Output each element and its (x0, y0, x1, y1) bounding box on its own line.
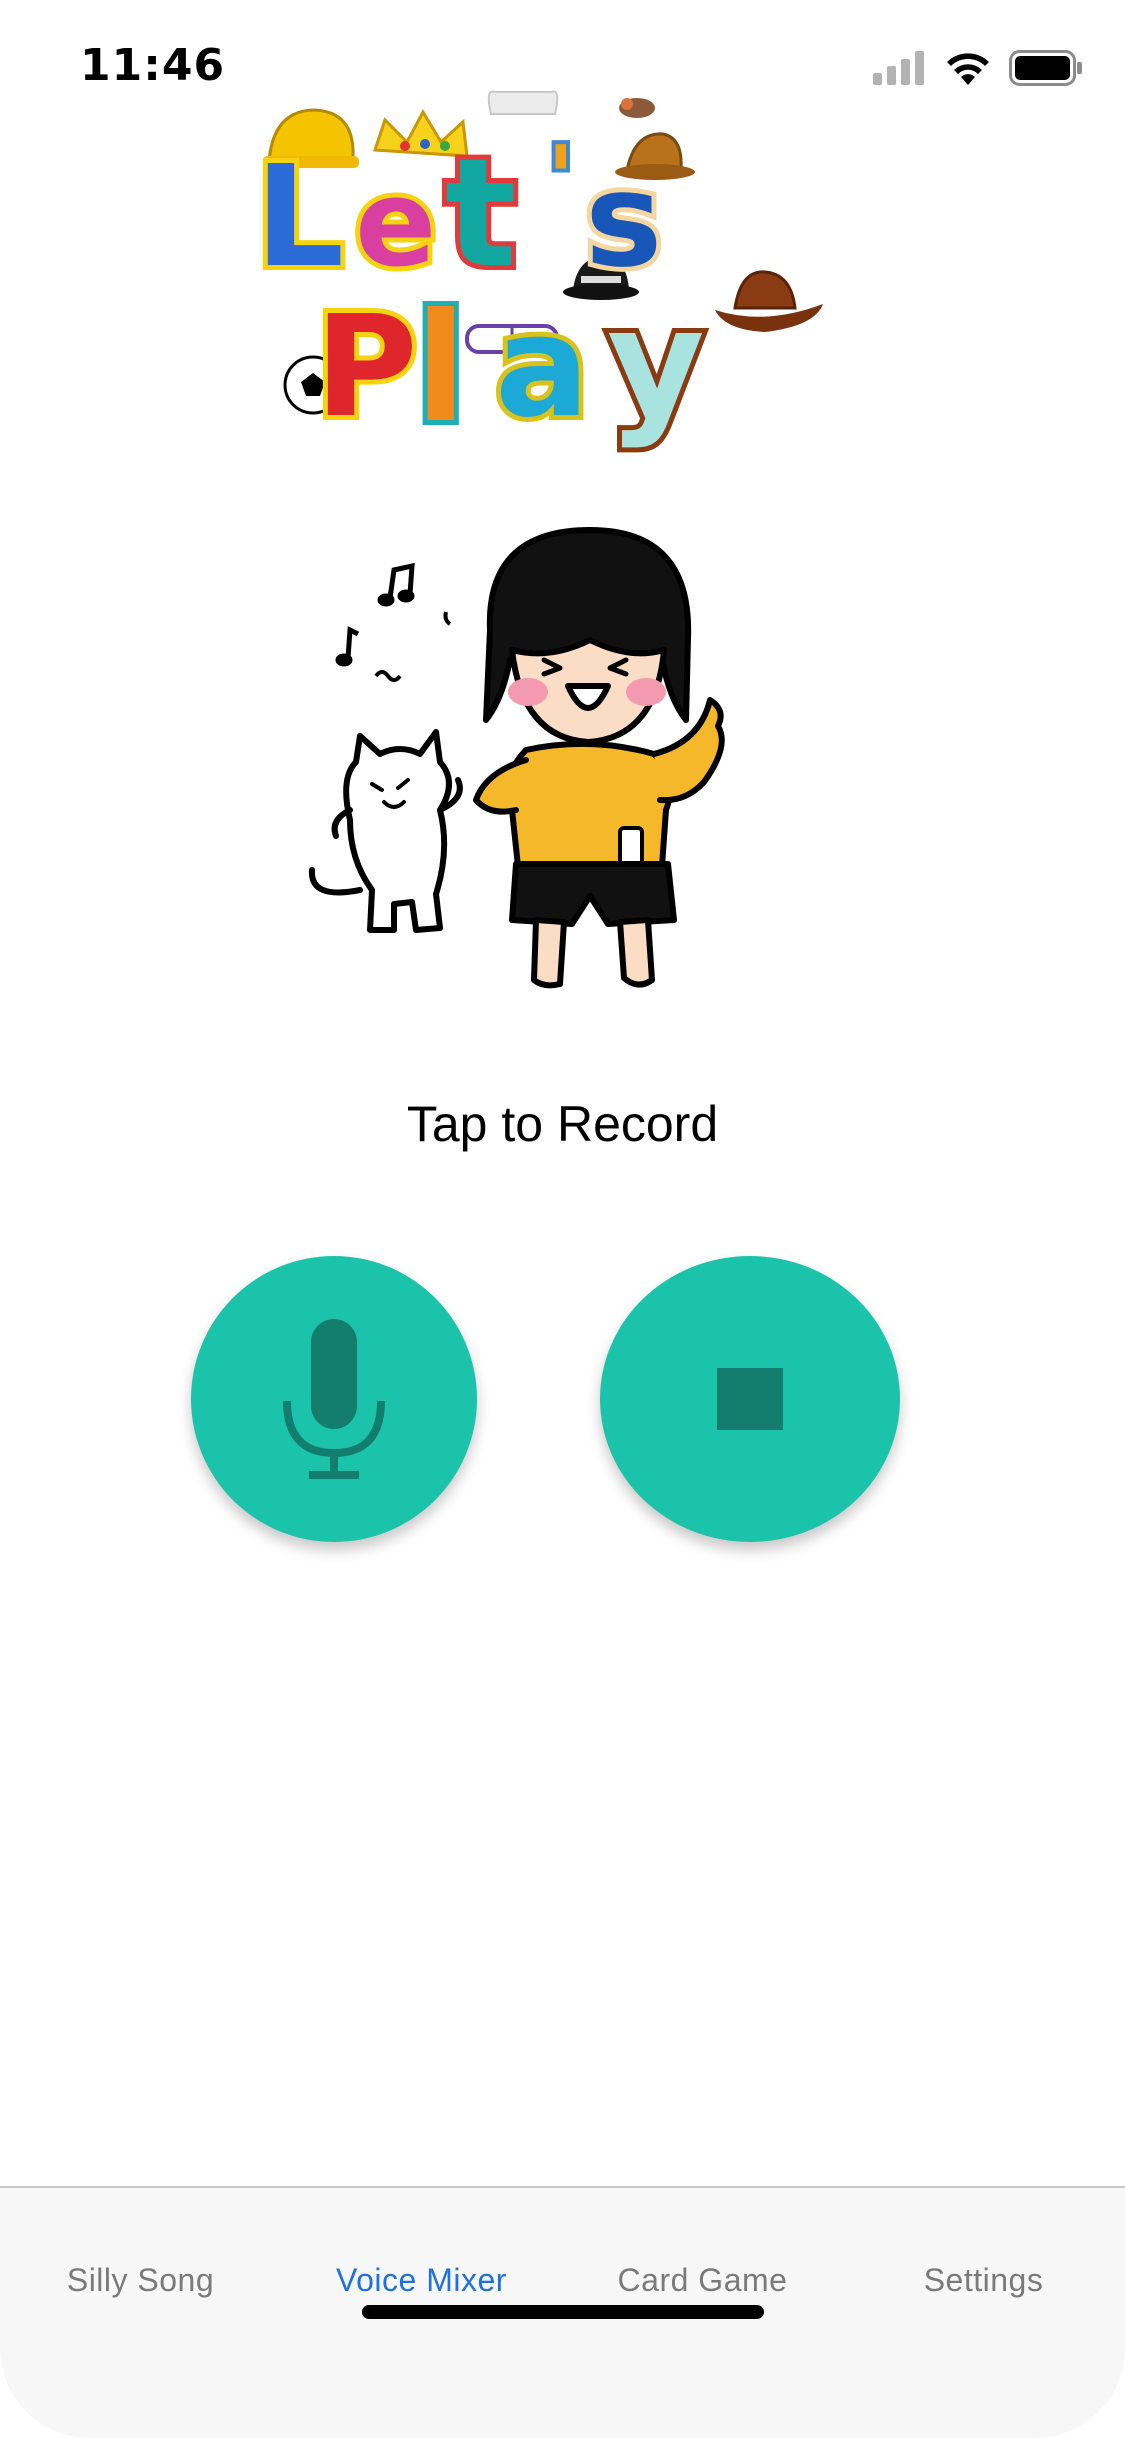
lets-play-logo: L e t ' s P l a y (255, 90, 823, 460)
girl-icon (473, 527, 725, 989)
music-notes-icon (335, 562, 452, 682)
stop-button[interactable] (600, 1256, 900, 1542)
tab-card-game[interactable]: Card Game (562, 2252, 843, 2309)
logo-letter-s: s (585, 144, 662, 296)
tab-voice-mixer[interactable]: Voice Mixer (281, 2252, 562, 2309)
logo-letter-e: e (355, 155, 436, 294)
logo-letter-l-2: l (415, 282, 466, 456)
logo-line-1: L e t ' s (255, 122, 667, 306)
stop-icon (717, 1368, 783, 1430)
cat-icon (308, 729, 463, 933)
dancing-girl-and-cat-illustration (308, 527, 725, 989)
logo-line-2: P l a y (310, 272, 710, 460)
logo-letter-p: P (315, 286, 418, 449)
logo-apostrophe: ' (547, 127, 575, 232)
tab-silly-song[interactable]: Silly Song (0, 2252, 281, 2309)
cowboy-hat-icon (715, 270, 823, 332)
logo-letter-a: a (495, 286, 589, 449)
status-icons (873, 50, 1083, 86)
logo-letter-t: t (445, 127, 517, 301)
battery-icon (1009, 50, 1082, 86)
chef-hat-icon (487, 90, 559, 115)
record-instruction-text: Tap to Record (406, 1096, 719, 1152)
cellular-signal-icon (873, 51, 924, 85)
tab-settings[interactable]: Settings (843, 2252, 1124, 2309)
logo-letter-y: y (607, 277, 705, 451)
home-indicator[interactable] (362, 2305, 764, 2319)
wifi-icon (947, 53, 989, 85)
logo-letter-l: L (255, 136, 344, 299)
record-button[interactable] (191, 1256, 477, 1542)
microphone-icon (283, 1319, 385, 1479)
bird-icon (619, 98, 655, 118)
status-time: 11:46 (80, 40, 226, 91)
